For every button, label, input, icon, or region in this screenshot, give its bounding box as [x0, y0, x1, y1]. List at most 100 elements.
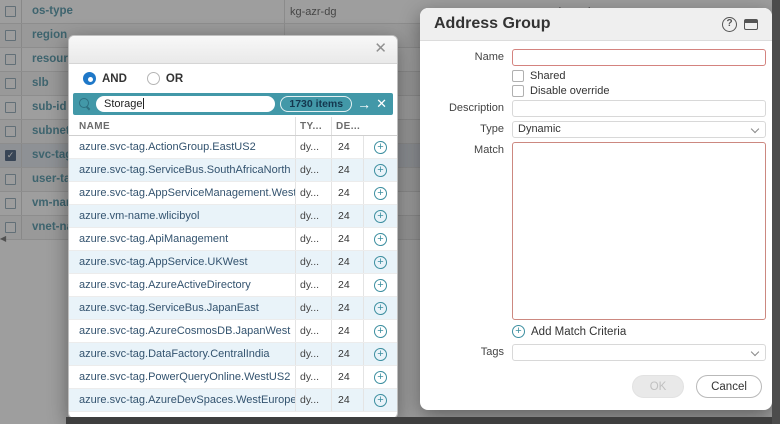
- add-item-icon[interactable]: +: [374, 256, 387, 269]
- column-header-type[interactable]: TY...: [295, 117, 331, 135]
- popup-column-headers: NAME TY... DE...: [69, 117, 397, 136]
- search-input[interactable]: Storage: [96, 96, 275, 112]
- close-icon[interactable]: ✕: [374, 39, 387, 57]
- item-name[interactable]: azure.svc-tag.AppService.UKWest: [69, 256, 295, 268]
- shared-checkbox[interactable]: [512, 70, 524, 82]
- add-item-icon[interactable]: +: [374, 279, 387, 292]
- item-type: dy...: [295, 274, 331, 296]
- add-match-criteria-button[interactable]: + Add Match Criteria: [512, 325, 766, 338]
- list-item[interactable]: azure.svc-tag.AzureActiveDirectory dy...…: [69, 274, 397, 297]
- shared-checkbox-row[interactable]: Shared: [512, 70, 766, 82]
- item-name[interactable]: azure.svc-tag.ApiManagement: [69, 233, 295, 245]
- item-name[interactable]: azure.svc-tag.AzureActiveDirectory: [69, 279, 295, 291]
- add-item-icon[interactable]: +: [374, 371, 387, 384]
- item-detail: 24: [331, 297, 363, 319]
- item-type: dy...: [295, 228, 331, 250]
- add-item-icon[interactable]: +: [374, 233, 387, 246]
- item-name[interactable]: azure.svc-tag.PowerQueryOnline.WestUS2: [69, 371, 295, 383]
- item-type: dy...: [295, 343, 331, 365]
- add-match-criteria-label: Add Match Criteria: [531, 326, 626, 338]
- add-item-icon[interactable]: +: [374, 210, 387, 223]
- list-item[interactable]: azure.svc-tag.AppServiceManagement.WestU…: [69, 182, 397, 205]
- chevron-down-icon: [751, 125, 759, 133]
- list-item[interactable]: azure.svc-tag.AppService.UKWest dy... 24…: [69, 251, 397, 274]
- match-field[interactable]: [512, 142, 766, 320]
- item-type: dy...: [295, 159, 331, 181]
- tags-label: Tags: [420, 344, 512, 361]
- type-select[interactable]: Dynamic: [512, 121, 766, 138]
- list-item[interactable]: azure.svc-tag.AzureCosmosDB.JapanWest dy…: [69, 320, 397, 343]
- item-name[interactable]: azure.svc-tag.AzureDevSpaces.WestEurope: [69, 394, 295, 406]
- ok-button[interactable]: OK: [632, 375, 684, 398]
- dialog-header: Address Group ?: [420, 8, 772, 41]
- item-detail: 24: [331, 251, 363, 273]
- item-name[interactable]: azure.svc-tag.ServiceBus.JapanEast: [69, 302, 295, 314]
- cancel-button[interactable]: Cancel: [696, 375, 762, 398]
- radio-and-control[interactable]: [83, 72, 96, 85]
- clear-filter-icon[interactable]: ✕: [376, 94, 387, 114]
- chevron-down-icon: [751, 348, 759, 356]
- add-item-icon[interactable]: +: [374, 394, 387, 407]
- screenshot-right-edge: [772, 0, 780, 424]
- items-count-badge: 1730 items: [280, 96, 352, 112]
- item-detail: 24: [331, 389, 363, 411]
- match-criteria-popup: ✕ AND OR Storage 1730 items → ✕ NAME TY.…: [68, 35, 398, 419]
- disable-override-label: Disable override: [530, 85, 609, 97]
- list-item[interactable]: azure.svc-tag.ApiManagement dy... 24 +: [69, 228, 397, 251]
- item-name[interactable]: azure.vm-name.wlicibyol: [69, 210, 295, 222]
- item-type: dy...: [295, 366, 331, 388]
- item-detail: 24: [331, 182, 363, 204]
- item-detail: 24: [331, 159, 363, 181]
- radio-or[interactable]: OR: [147, 72, 183, 85]
- plus-icon: +: [512, 325, 525, 338]
- popup-row-list: azure.svc-tag.ActionGroup.EastUS2 dy... …: [69, 136, 397, 412]
- add-item-icon[interactable]: +: [374, 187, 387, 200]
- item-name[interactable]: azure.svc-tag.ServiceBus.SouthAfricaNort…: [69, 164, 295, 176]
- add-item-icon[interactable]: +: [374, 141, 387, 154]
- item-type: dy...: [295, 205, 331, 227]
- item-type: dy...: [295, 251, 331, 273]
- list-item[interactable]: azure.svc-tag.DataFactory.CentralIndia d…: [69, 343, 397, 366]
- disable-override-checkbox[interactable]: [512, 85, 524, 97]
- apply-filter-icon[interactable]: →: [357, 94, 371, 114]
- item-name[interactable]: azure.svc-tag.AppServiceManagement.WestU…: [69, 187, 295, 199]
- item-name[interactable]: azure.svc-tag.DataFactory.CentralIndia: [69, 348, 295, 360]
- column-header-name[interactable]: NAME: [69, 121, 295, 132]
- popup-header: ✕: [69, 36, 397, 64]
- add-item-icon[interactable]: +: [374, 348, 387, 361]
- disable-override-checkbox-row[interactable]: Disable override: [512, 85, 766, 97]
- type-label: Type: [420, 121, 512, 138]
- column-header-detail[interactable]: DE...: [331, 117, 363, 135]
- search-bar: Storage 1730 items → ✕: [73, 93, 393, 115]
- add-item-icon[interactable]: +: [374, 164, 387, 177]
- match-label: Match: [420, 142, 512, 159]
- window-icon[interactable]: [744, 19, 758, 30]
- search-icon: [79, 98, 91, 110]
- tags-select[interactable]: [512, 344, 766, 361]
- list-item[interactable]: azure.svc-tag.ServiceBus.SouthAfricaNort…: [69, 159, 397, 182]
- dialog-title: Address Group: [434, 15, 722, 33]
- item-detail: 24: [331, 228, 363, 250]
- radio-or-control[interactable]: [147, 72, 160, 85]
- list-item[interactable]: azure.svc-tag.ServiceBus.JapanEast dy...…: [69, 297, 397, 320]
- list-item[interactable]: azure.svc-tag.PowerQueryOnline.WestUS2 d…: [69, 366, 397, 389]
- list-item[interactable]: azure.vm-name.wlicibyol dy... 24 +: [69, 205, 397, 228]
- list-item[interactable]: azure.svc-tag.AzureDevSpaces.WestEurope …: [69, 389, 397, 412]
- item-type: dy...: [295, 136, 331, 158]
- address-group-dialog: Address Group ? Name Shared Disable over…: [420, 8, 772, 410]
- item-detail: 24: [331, 366, 363, 388]
- description-field[interactable]: [512, 100, 766, 117]
- name-field[interactable]: [512, 49, 766, 66]
- item-type: dy...: [295, 389, 331, 411]
- item-type: dy...: [295, 320, 331, 342]
- item-name[interactable]: azure.svc-tag.AzureCosmosDB.JapanWest: [69, 325, 295, 337]
- help-icon[interactable]: ?: [722, 17, 737, 32]
- add-item-icon[interactable]: +: [374, 325, 387, 338]
- item-name[interactable]: azure.svc-tag.ActionGroup.EastUS2: [69, 141, 295, 153]
- radio-and-label: AND: [102, 73, 127, 85]
- item-detail: 24: [331, 320, 363, 342]
- list-item[interactable]: azure.svc-tag.ActionGroup.EastUS2 dy... …: [69, 136, 397, 159]
- add-item-icon[interactable]: +: [374, 302, 387, 315]
- screenshot-bottom-edge: [66, 417, 780, 424]
- radio-and[interactable]: AND: [83, 72, 127, 85]
